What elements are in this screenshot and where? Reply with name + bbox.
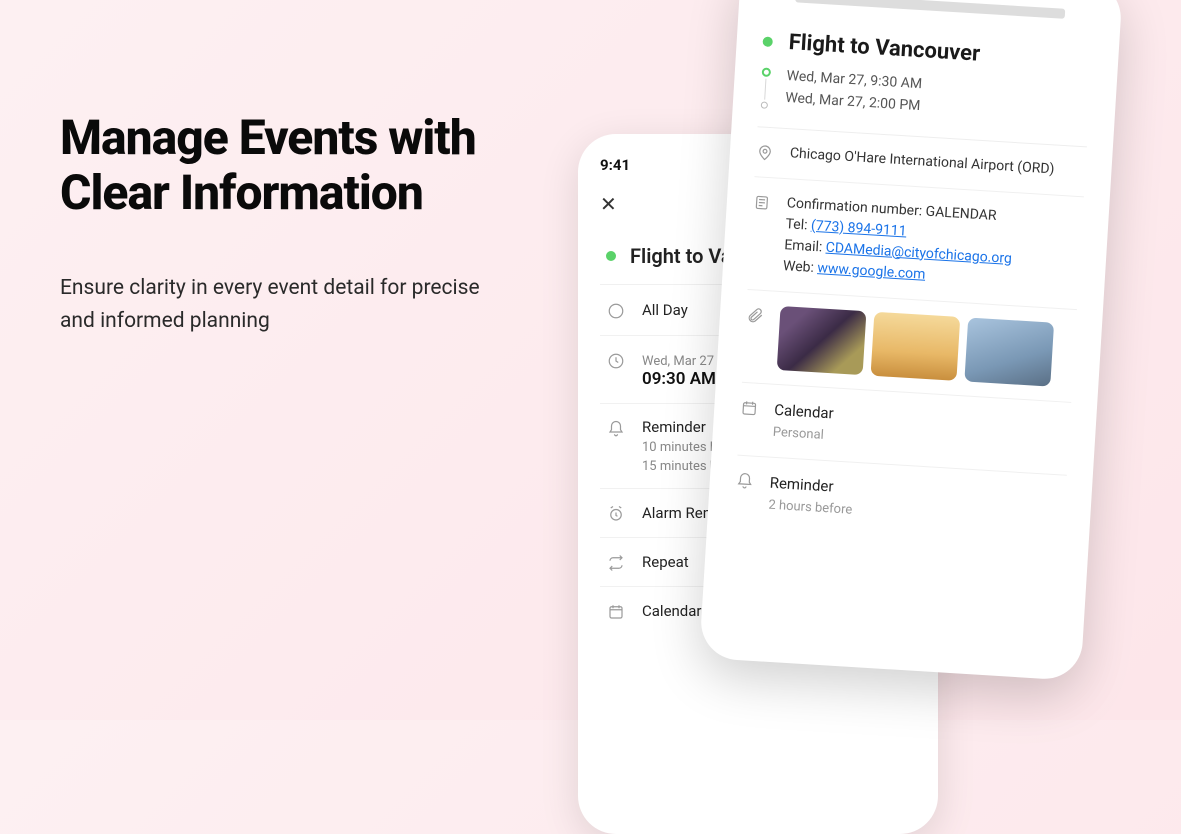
calendar-color-dot	[606, 251, 616, 261]
marketing-headline: Manage Events with Clear Information	[60, 110, 510, 220]
tel-label: Tel:	[785, 216, 808, 233]
marketing-copy: Manage Events with Clear Information Ens…	[60, 110, 510, 337]
location-text: Chicago O'Hare International Airport (OR…	[789, 143, 1086, 182]
attachment-thumbnail[interactable]	[964, 317, 1054, 386]
tel-link[interactable]: (773) 894-9111	[810, 218, 907, 240]
bell-icon	[734, 471, 755, 514]
attachment-thumbnail[interactable]	[777, 306, 867, 375]
calendar-icon	[606, 603, 626, 621]
notch-placeholder	[795, 0, 1065, 19]
bell-icon	[606, 420, 626, 438]
close-icon[interactable]: ✕	[600, 192, 617, 216]
web-label: Web:	[783, 258, 815, 276]
email-label: Email:	[784, 237, 823, 255]
calendar-icon	[738, 399, 759, 442]
phone-mock-detail: Flight to Vancouver Wed, Mar 27, 9:30 AM…	[699, 0, 1123, 681]
repeat-label: Repeat	[642, 553, 689, 571]
calendar-label-edit: Calendar	[642, 602, 702, 620]
attachment-thumbnail[interactable]	[871, 312, 961, 381]
clock-icon	[606, 352, 626, 370]
clock-24-icon	[606, 302, 626, 320]
attachment-icon	[743, 306, 765, 369]
confirmation-value: GALENDAR	[925, 203, 997, 223]
notes-row: Confirmation number: GALENDAR Tel: (773)…	[748, 177, 1084, 310]
note-icon	[748, 193, 771, 276]
calendar-color-dot	[762, 36, 773, 47]
all-day-label: All Day	[642, 301, 688, 319]
timeline-rail-icon	[759, 63, 772, 108]
alarm-icon	[606, 505, 626, 523]
location-pin-icon	[755, 143, 774, 163]
marketing-subtext: Ensure clarity in every event detail for…	[60, 272, 510, 337]
detail-title: Flight to Vancouver	[788, 30, 981, 67]
web-link[interactable]: www.google.com	[817, 260, 926, 283]
repeat-icon	[606, 554, 626, 572]
